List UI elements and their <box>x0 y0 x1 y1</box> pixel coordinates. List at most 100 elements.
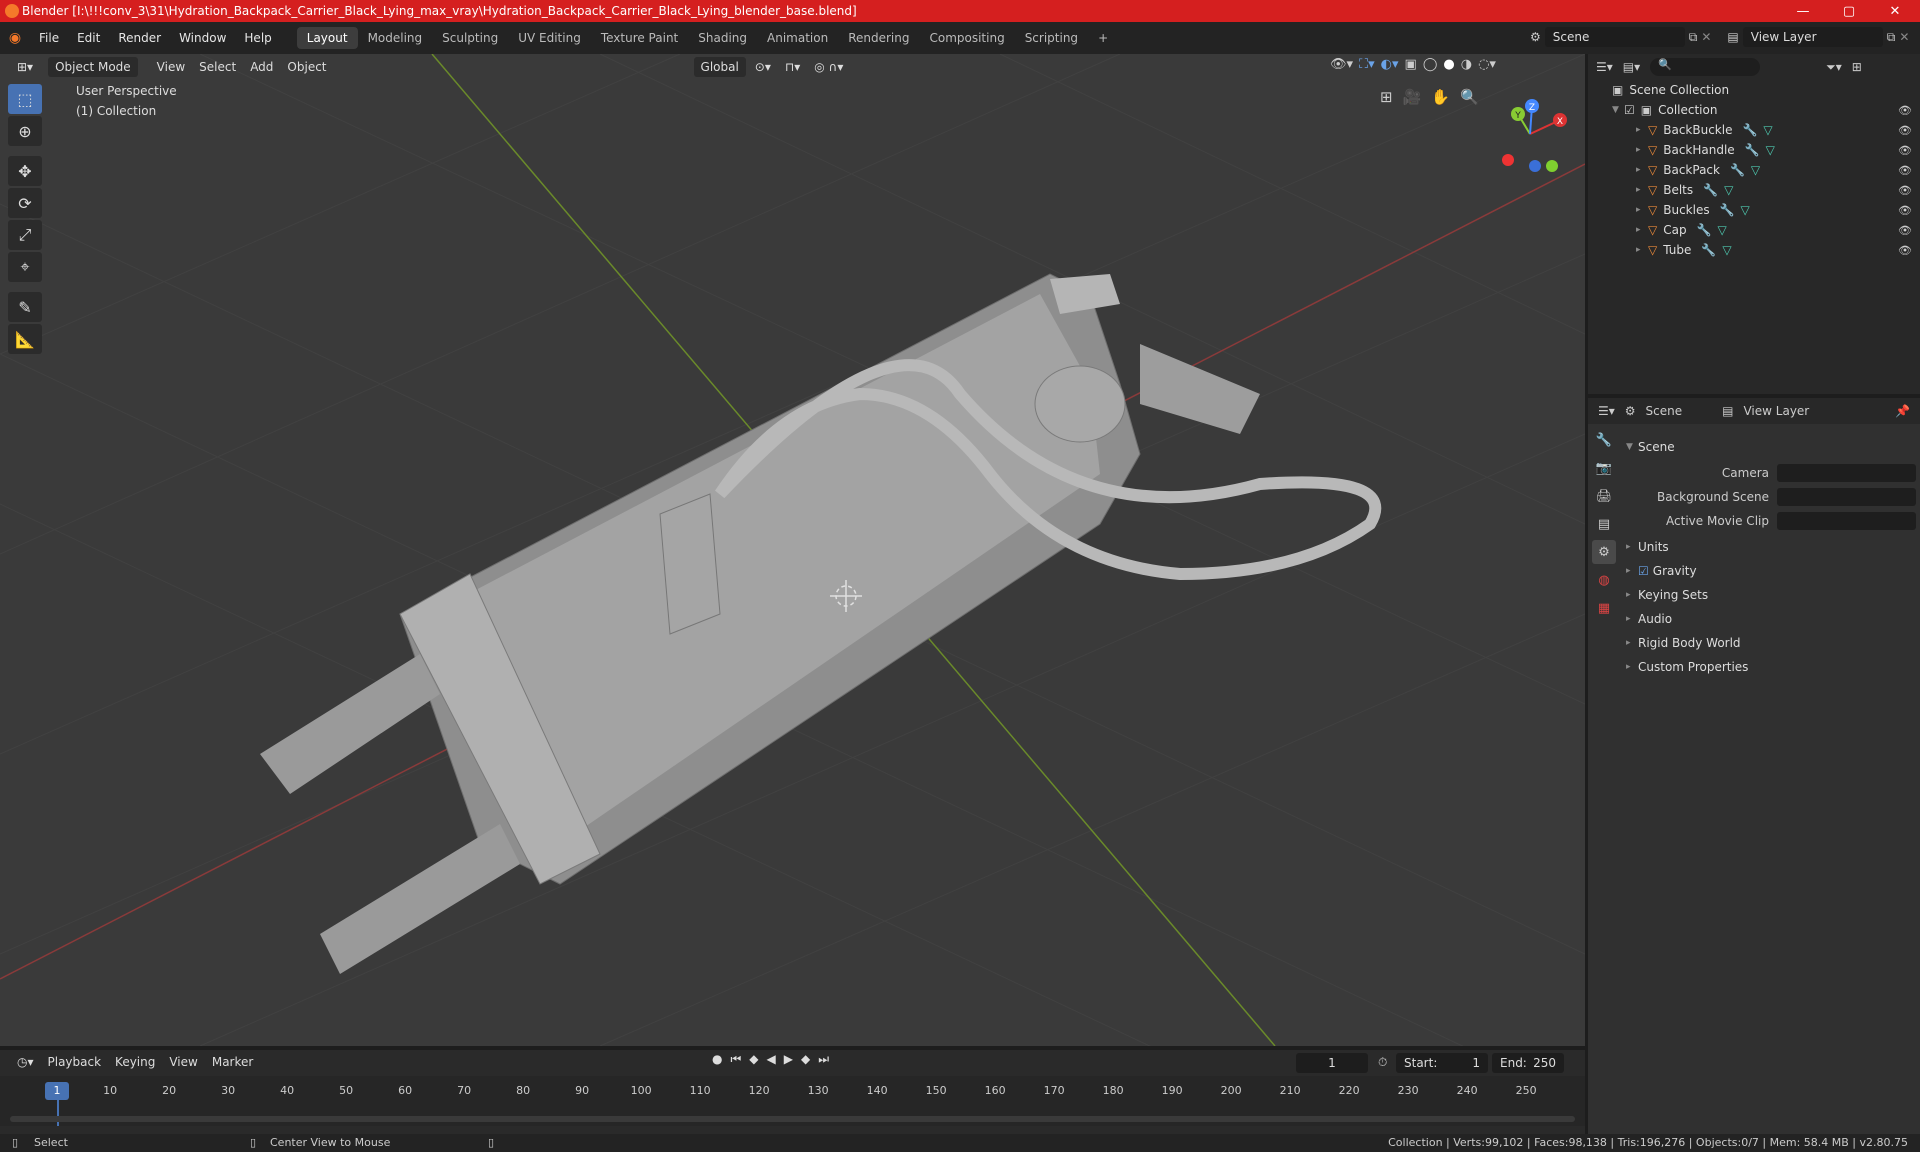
proportional-edit-icon[interactable]: ◎ ∩▾ <box>807 57 850 77</box>
new-collection-icon[interactable]: ⊞ <box>1852 60 1862 74</box>
outliner-item-belts[interactable]: ▸ ▽ Belts 🔧 ▽ 👁 <box>1588 180 1920 200</box>
tool-tab-icon[interactable]: 🔧 <box>1592 428 1616 452</box>
cursor-tool-icon[interactable]: ⊕ <box>8 116 42 146</box>
next-keyframe-icon[interactable]: ◆ <box>801 1052 810 1067</box>
add-workspace-icon[interactable]: + <box>1088 27 1118 49</box>
menu-help[interactable]: Help <box>235 27 280 49</box>
timeline-ruler[interactable]: 1 10 20 30 40 50 60 70 80 90 100 110 120 130 140 150 160… <box>0 1076 1585 1126</box>
blender-menu-icon[interactable]: ◉ <box>0 30 30 46</box>
tab-animation[interactable]: Animation <box>757 27 838 49</box>
eye-icon[interactable]: 👁 <box>1898 164 1912 177</box>
eye-icon[interactable]: 👁 <box>1898 124 1912 137</box>
display-mode-icon[interactable]: ▤▾ <box>1623 60 1640 74</box>
view-layer-field[interactable]: View Layer <box>1742 27 1883 47</box>
gravity-section[interactable]: ▸ ☑ Gravity <box>1626 560 1697 582</box>
close-button[interactable]: ✕ <box>1872 0 1918 22</box>
eye-icon[interactable]: 👁 <box>1898 184 1912 197</box>
transform-orientation-dropdown[interactable]: Global <box>693 57 746 77</box>
grid-toggle-icon[interactable]: ⊞ <box>1380 88 1393 106</box>
menu-edit[interactable]: Edit <box>68 27 109 49</box>
gravity-checkbox[interactable]: ☑ <box>1638 564 1649 578</box>
tab-texture-paint[interactable]: Texture Paint <box>591 27 688 49</box>
scene-breadcrumb[interactable]: Scene <box>1646 404 1683 418</box>
3d-viewport[interactable]: ⊞▾ Object Mode View Select Add Object Gl… <box>0 54 1585 1046</box>
world-tab-icon[interactable]: ◍ <box>1592 568 1616 592</box>
tab-shading[interactable]: Shading <box>688 27 757 49</box>
new-scene-icon[interactable]: ⧉ <box>1689 30 1698 45</box>
mesh-data-icon[interactable]: ▽ <box>1741 203 1750 217</box>
output-tab-icon[interactable]: 🖨 <box>1592 484 1616 508</box>
rotate-tool-icon[interactable]: ⟳ <box>8 188 42 218</box>
custom-properties-section[interactable]: ▸ Custom Properties <box>1626 656 1748 678</box>
eye-icon[interactable]: 👁 <box>1898 144 1912 157</box>
tab-sculpting[interactable]: Sculpting <box>432 27 508 49</box>
jump-start-icon[interactable]: ⏮ <box>730 1052 741 1067</box>
timeline-menu-keying[interactable]: Keying <box>108 1052 162 1072</box>
mesh-data-icon[interactable]: ▽ <box>1763 123 1772 137</box>
prev-keyframe-icon[interactable]: ◆ <box>749 1052 758 1067</box>
modifier-icon[interactable]: 🔧 <box>1742 123 1757 137</box>
mesh-data-icon[interactable]: ▽ <box>1751 163 1760 177</box>
units-section[interactable]: ▸ Units <box>1626 536 1669 558</box>
timeline-editor-icon[interactable]: ◷▾ <box>10 1052 41 1072</box>
background-scene-field[interactable] <box>1776 488 1916 506</box>
eye-icon[interactable]: 👁 <box>1898 104 1912 117</box>
start-frame-field[interactable]: Start: 1 <box>1396 1053 1488 1073</box>
navigation-gizmo[interactable]: X Y Z <box>1490 94 1570 174</box>
timeline-scrollbar[interactable] <box>10 1116 1575 1122</box>
scale-tool-icon[interactable]: ⤢ <box>8 220 42 250</box>
viewport-menu-add[interactable]: Add <box>243 57 280 77</box>
timeline-menu-playback[interactable]: Playback <box>41 1052 109 1072</box>
eye-icon[interactable]: 👁 <box>1898 244 1912 257</box>
outliner-item-tube[interactable]: ▸ ▽ Tube 🔧 ▽ 👁 <box>1588 240 1920 260</box>
tab-uv-editing[interactable]: UV Editing <box>508 27 591 49</box>
view-layer-icon[interactable]: ▤ <box>1727 30 1738 44</box>
select-box-tool-icon[interactable]: ⬚ <box>8 84 42 114</box>
active-movie-clip-field[interactable] <box>1776 512 1916 530</box>
view-layer-props-tab-icon[interactable]: ▤ <box>1592 512 1616 536</box>
wireframe-shading-icon[interactable]: ◯ <box>1423 57 1438 72</box>
scene-props-tab-icon[interactable]: ⚙ <box>1592 540 1616 564</box>
rigid-body-world-section[interactable]: ▸ Rigid Body World <box>1626 632 1741 654</box>
menu-window[interactable]: Window <box>170 27 235 49</box>
camera-field[interactable] <box>1776 464 1916 482</box>
texture-tab-icon[interactable]: ▦ <box>1592 596 1616 620</box>
modifier-icon[interactable]: 🔧 <box>1745 143 1760 157</box>
properties-editor-icon[interactable]: ☰▾ <box>1598 404 1615 418</box>
eye-icon[interactable]: 👁 <box>1898 204 1912 217</box>
menu-render[interactable]: Render <box>109 27 170 49</box>
remove-view-layer-icon[interactable]: ✕ <box>1899 30 1909 44</box>
clock-icon[interactable]: ⏱ <box>1378 1055 1387 1070</box>
mesh-data-icon[interactable]: ▽ <box>1722 243 1731 257</box>
move-tool-icon[interactable]: ✥ <box>8 156 42 186</box>
jump-end-icon[interactable]: ⏭ <box>818 1052 829 1067</box>
expand-icon[interactable]: ▼ <box>1612 105 1624 115</box>
xray-toggle-icon[interactable]: ▣ <box>1405 57 1417 72</box>
pin-icon[interactable]: 📌 <box>1895 404 1910 418</box>
new-view-layer-icon[interactable]: ⧉ <box>1887 30 1896 45</box>
minimize-button[interactable]: — <box>1780 0 1826 22</box>
timeline-menu-view[interactable]: View <box>162 1052 204 1072</box>
modifier-icon[interactable]: 🔧 <box>1720 203 1735 217</box>
material-shading-icon[interactable]: ◑ <box>1461 57 1472 72</box>
checkbox-icon[interactable]: ☑ <box>1624 103 1635 117</box>
overlay-toggle-icon[interactable]: ◐▾ <box>1381 57 1399 72</box>
tab-layout[interactable]: Layout <box>296 27 358 49</box>
record-icon[interactable]: ● <box>712 1052 722 1067</box>
render-tab-icon[interactable]: 📷 <box>1592 456 1616 480</box>
pivot-point-icon[interactable]: ⊙▾ <box>748 57 778 77</box>
object-mode-dropdown[interactable]: Object Mode <box>48 57 138 77</box>
outliner-item-cap[interactable]: ▸ ▽ Cap 🔧 ▽ 👁 <box>1588 220 1920 240</box>
camera-view-icon[interactable]: 🎥 <box>1403 88 1422 106</box>
menu-file[interactable]: File <box>30 27 68 49</box>
filter-icon[interactable]: ⏷▾ <box>1826 60 1842 75</box>
outliner-item-backpack[interactable]: ▸ ▽ BackPack 🔧 ▽ 👁 <box>1588 160 1920 180</box>
scene-icon[interactable]: ⚙ <box>1530 30 1541 44</box>
tab-compositing[interactable]: Compositing <box>919 27 1014 49</box>
maximize-button[interactable]: ▢ <box>1826 0 1872 22</box>
view-layer-breadcrumb[interactable]: View Layer <box>1743 404 1809 418</box>
zoom-view-icon[interactable]: 🔍 <box>1460 88 1479 106</box>
modifier-icon[interactable]: 🔧 <box>1701 243 1716 257</box>
mesh-data-icon[interactable]: ▽ <box>1766 143 1775 157</box>
modifier-icon[interactable]: 🔧 <box>1703 183 1718 197</box>
